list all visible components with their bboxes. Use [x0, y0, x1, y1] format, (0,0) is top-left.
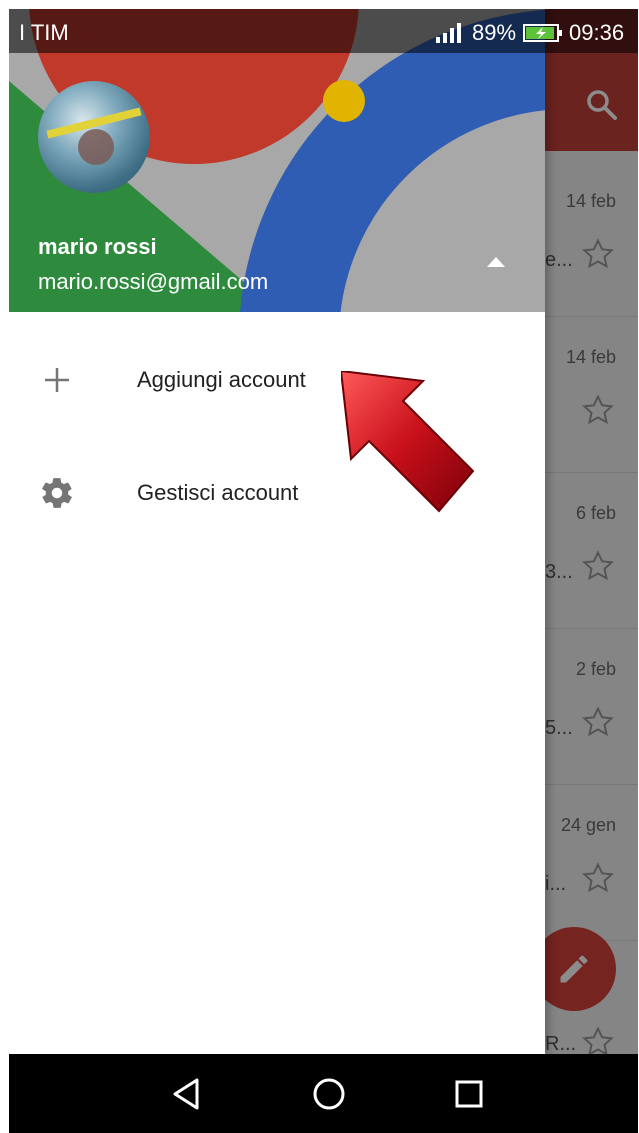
account-name: mario rossi — [38, 234, 157, 259]
account-avatar[interactable] — [38, 81, 150, 193]
clock: 09:36 — [569, 20, 625, 45]
phone-screen: 14 feb e... 14 feb 6 feb 3... 2 feb 5...… — [9, 9, 638, 1133]
add-account-label: Aggiungi account — [137, 367, 306, 392]
signal-icon — [436, 23, 461, 43]
avatar-photo-detail — [78, 129, 114, 165]
red-arrow-annotation — [341, 371, 475, 513]
gear-icon — [42, 478, 72, 508]
account-email: mario.rossi@gmail.com — [38, 269, 269, 294]
navigation-drawer: mario rossi mario.rossi@gmail.com Aggiun… — [9, 9, 545, 1054]
battery-charging-icon — [523, 24, 562, 42]
status-bar: I TIM 89% 09:36 — [9, 9, 638, 53]
account-header[interactable]: mario rossi mario.rossi@gmail.com — [9, 9, 545, 312]
battery-percent: 89% — [472, 20, 517, 45]
recents-icon[interactable] — [449, 1074, 489, 1114]
home-icon[interactable] — [309, 1074, 349, 1114]
back-icon[interactable] — [167, 1074, 207, 1114]
chevron-up-icon[interactable] — [483, 253, 509, 271]
carrier-name: I TIM — [19, 20, 69, 45]
manage-accounts-label: Gestisci account — [137, 480, 299, 505]
plus-icon — [45, 368, 69, 392]
navigation-bar — [9, 1054, 638, 1133]
